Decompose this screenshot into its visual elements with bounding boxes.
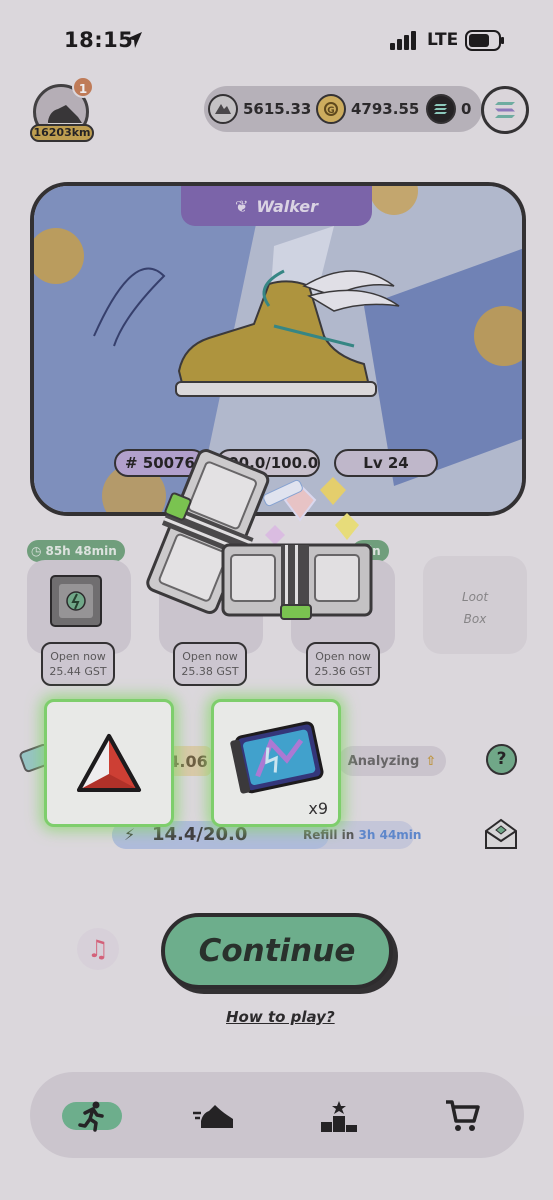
open-box-button-1[interactable]: Open now 25.44 GST — [41, 642, 115, 686]
clock-icon: ◷ — [31, 544, 42, 558]
mystery-box-slot-1[interactable] — [27, 560, 131, 654]
loot-box-slot[interactable]: Loot Box — [423, 556, 527, 654]
nav-sneakers[interactable] — [184, 1094, 244, 1138]
solana-wallet-icon — [495, 102, 515, 118]
box-timer-1: ◷ 85h 48min — [27, 540, 125, 562]
reward-quantity: x9 — [308, 799, 328, 818]
cart-icon — [446, 1100, 480, 1131]
nav-leaderboard[interactable] — [309, 1094, 369, 1138]
sol-coin-icon — [426, 94, 456, 124]
battery-icon — [465, 30, 504, 51]
currency-gmt[interactable]: G 4793.55 — [316, 92, 419, 126]
energy-value: 14.4/20.0 — [152, 824, 248, 845]
notification-badge: 1 — [72, 76, 94, 98]
footprint-icon: ❦ — [234, 196, 249, 216]
gst-coin-icon — [208, 94, 238, 124]
opened-mystery-box-icon — [146, 449, 373, 620]
nav-marketplace[interactable] — [432, 1094, 492, 1138]
sneaker-class-tab: ❦ Walker — [181, 186, 372, 226]
status-bar: 18:15 LTE — [0, 0, 553, 80]
network-label: LTE — [427, 30, 459, 50]
wallet-button[interactable] — [481, 86, 529, 134]
signal-icon — [390, 31, 416, 50]
svg-text:G: G — [327, 106, 334, 116]
help-button[interactable]: ? — [486, 744, 517, 775]
nav-run[interactable] — [62, 1094, 122, 1138]
total-distance: 16203km — [30, 124, 94, 142]
open-box-button-3[interactable]: Open now 25.36 GST — [306, 642, 380, 686]
open-box-button-2[interactable]: Open now 25.38 GST — [173, 642, 247, 686]
analyzing-label: Analyzing — [347, 753, 420, 769]
music-button[interactable]: ♫ — [77, 928, 119, 970]
reward-card-gem[interactable] — [44, 699, 174, 827]
reward-card-scroll[interactable]: x9 — [211, 699, 341, 827]
gmt-coin-icon: G — [316, 94, 346, 124]
sneaker-class-label: Walker — [256, 196, 319, 216]
runner-icon — [78, 1101, 104, 1132]
red-gem-icon — [77, 734, 141, 792]
gst-balance: 5615.33 — [243, 100, 312, 118]
music-note-icon: ♫ — [87, 935, 109, 963]
currency-sol[interactable]: 0 — [426, 92, 471, 126]
gmt-balance: 4793.55 — [351, 100, 420, 118]
status-time: 18:15 — [64, 28, 134, 52]
sneaker-scroll-icon — [230, 721, 324, 794]
currency-bar: 5615.33 G 4793.55 0 — [204, 86, 482, 132]
refill-timer: Refill in 3h 44min — [303, 828, 422, 842]
location-arrow-icon — [126, 32, 142, 48]
currency-gst[interactable]: 5615.33 — [208, 92, 311, 126]
how-to-play-link[interactable]: How to play? — [226, 1008, 335, 1026]
continue-button[interactable]: Continue — [161, 913, 393, 989]
mail-button[interactable] — [483, 817, 519, 851]
podium-icon — [321, 1101, 357, 1132]
up-arrow-icon: ⇧ — [425, 753, 437, 769]
sneaker-icon — [193, 1105, 233, 1128]
analyzing-button[interactable]: Analyzing ⇧ — [338, 746, 446, 776]
app-screen: 18:15 LTE 1 16203km 5615.33 G 4793.55 0 … — [0, 0, 553, 1200]
sol-balance: 0 — [461, 100, 472, 118]
mystery-box-icon — [50, 575, 102, 627]
